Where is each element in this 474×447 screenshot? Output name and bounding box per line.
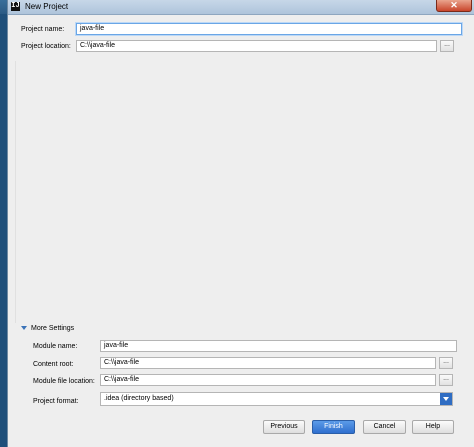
module-file-location-label: Module file location: [33, 378, 95, 385]
project-format-select[interactable]: .idea (directory based) [100, 392, 453, 406]
window-title: New Project [25, 2, 69, 11]
expand-triangle-icon [21, 326, 27, 331]
module-file-location-input[interactable]: C:\\java-file [100, 374, 436, 386]
project-name-label: Project name: [21, 26, 65, 33]
module-name-label: Module name: [33, 343, 78, 350]
module-file-location-browse-button[interactable]: ... [439, 374, 453, 386]
content-root-label: Content root: [33, 361, 74, 368]
content-root-input[interactable]: C:\\java-file [100, 357, 436, 369]
finish-button[interactable]: Finish [312, 420, 355, 434]
intellij-app-icon: IJ [11, 2, 20, 11]
project-settings-panel [15, 61, 474, 323]
project-name-input[interactable]: java-file [76, 23, 462, 35]
title-bar[interactable]: IJ New Project ✕ [8, 0, 474, 15]
content-root-browse-button[interactable]: ... [439, 357, 453, 369]
more-settings-toggle[interactable]: More Settings [21, 325, 74, 332]
cancel-button[interactable]: Cancel [363, 420, 406, 434]
project-location-input[interactable]: C:\\java-file [76, 40, 437, 52]
chevron-down-icon[interactable] [440, 393, 452, 405]
help-button[interactable]: Help [412, 420, 454, 434]
project-location-browse-button[interactable]: ... [440, 40, 454, 52]
more-settings-label: More Settings [31, 325, 75, 332]
project-location-label: Project location: [21, 43, 71, 50]
new-project-dialog: IJ New Project ✕ Project name: java-file… [7, 0, 474, 447]
project-format-value: .idea (directory based) [104, 395, 174, 402]
project-format-label: Project format: [33, 398, 79, 405]
previous-button[interactable]: Previous [263, 420, 305, 434]
module-name-input[interactable]: java-file [100, 340, 457, 352]
close-button[interactable]: ✕ [436, 0, 472, 12]
